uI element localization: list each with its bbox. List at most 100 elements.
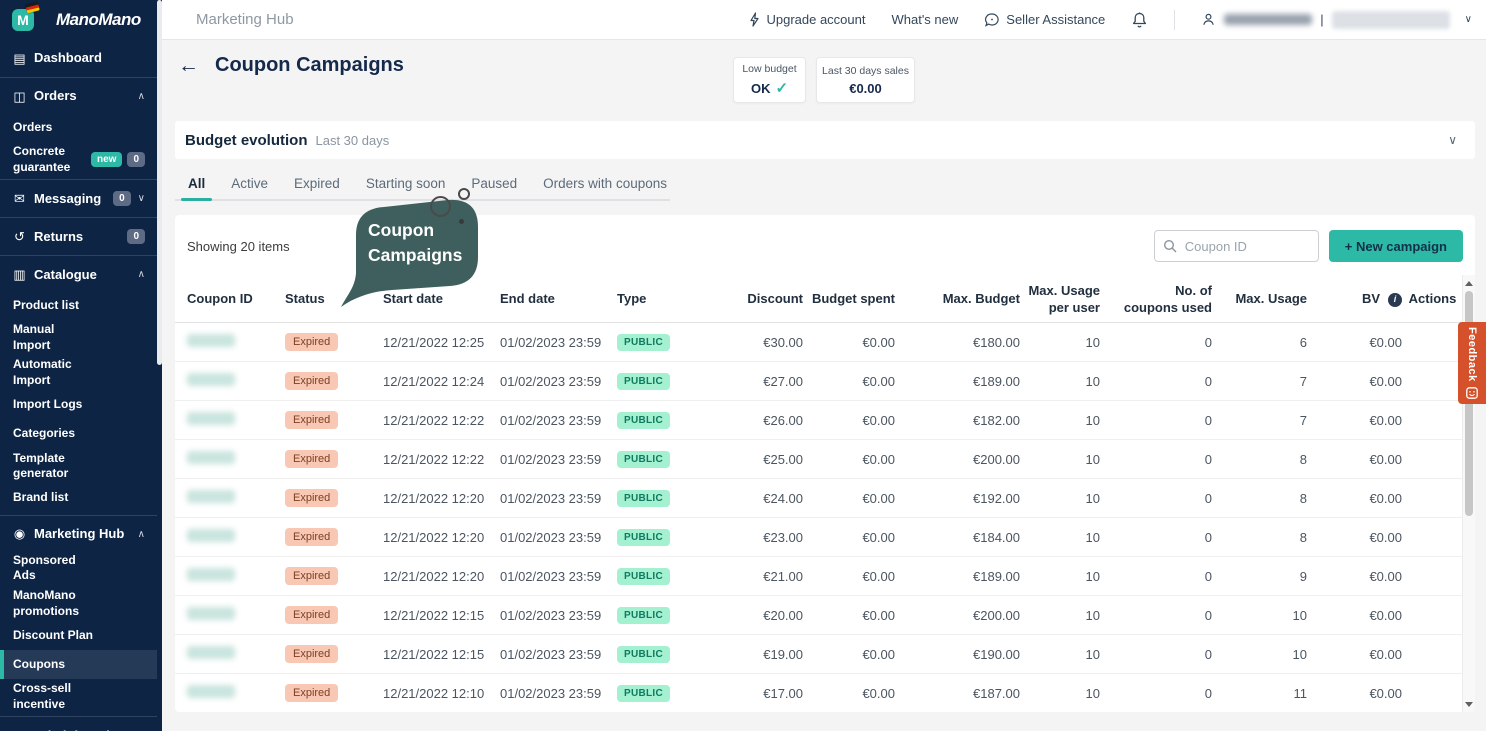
sidebar-item-cross-sell-incentive[interactable]: Cross-sell incentive xyxy=(0,679,157,714)
table-row[interactable]: Expired12/21/2022 12:2201/02/2023 23:59P… xyxy=(175,401,1475,440)
cell-discount: €26.00 xyxy=(683,413,803,428)
sidebar-item-returns[interactable]: ↺Returns0 xyxy=(0,220,157,253)
budget-evolution-panel[interactable]: Budget evolution Last 30 days ∨ xyxy=(175,121,1475,159)
tab-active[interactable]: Active xyxy=(218,171,281,199)
back-button[interactable]: ← xyxy=(178,55,199,76)
sidebar-item-sponsored-ads[interactable]: Sponsored Ads xyxy=(0,551,157,586)
seller-assistance-link[interactable]: Seller Assistance xyxy=(984,12,1105,28)
sidebar-scrollbar[interactable] xyxy=(157,0,162,731)
table-row[interactable]: Expired12/21/2022 12:2501/02/2023 23:59P… xyxy=(175,323,1475,362)
coupon-id-redacted xyxy=(187,451,235,464)
campaign-tabs: AllActiveExpiredStarting soonPausedOrder… xyxy=(175,171,670,201)
cell-coupons-used: 0 xyxy=(1100,647,1212,662)
cursor-indicator xyxy=(430,196,451,217)
upgrade-account-link[interactable]: Upgrade account xyxy=(749,12,865,27)
table-row[interactable]: Expired12/21/2022 12:2201/02/2023 23:59P… xyxy=(175,440,1475,479)
sidebar-item-product-list[interactable]: Product list xyxy=(0,291,157,320)
brand-logo[interactable]: M ManoMano xyxy=(0,0,162,40)
sidebar-item-dashboard[interactable]: ▤Dashboard xyxy=(0,42,157,75)
sidebar-item-catalogue[interactable]: ▥Catalogue∧ xyxy=(0,258,157,291)
cell-status: Expired xyxy=(285,372,383,390)
type-badge: PUBLIC xyxy=(617,646,670,663)
sidebar-item-categories[interactable]: Categories xyxy=(0,420,157,449)
app-window: M ManoMano ▤Dashboard ◫Orders∧ Orders Concr… xyxy=(0,0,1486,731)
sidebar-item-import-logs[interactable]: Import Logs xyxy=(0,391,157,420)
type-badge: PUBLIC xyxy=(617,334,670,351)
account-menu[interactable]: | ∨ xyxy=(1201,11,1472,29)
table-row[interactable]: Expired12/21/2022 12:2001/02/2023 23:59P… xyxy=(175,518,1475,557)
sidebar-item-concrete-guarantee[interactable]: Concrete guaranteenew0 xyxy=(0,142,157,177)
status-badge: Expired xyxy=(285,567,338,585)
cell-max-usage-per-user: 10 xyxy=(1020,647,1100,662)
cell-bv: €0.00 xyxy=(1307,569,1402,584)
cell-bv: €0.00 xyxy=(1307,608,1402,623)
notification-bell-icon[interactable] xyxy=(1131,11,1148,29)
sidebar-item-discount-plan[interactable]: Discount Plan xyxy=(0,621,157,650)
topbar-divider xyxy=(1174,10,1175,30)
cell-start-date: 12/21/2022 12:15 xyxy=(383,608,500,623)
tab-starting-soon[interactable]: Starting soon xyxy=(353,171,459,199)
whats-new-link[interactable]: What's new xyxy=(891,12,958,27)
cell-coupons-used: 0 xyxy=(1100,569,1212,584)
sidebar-item-coupons[interactable]: Coupons xyxy=(0,650,157,679)
tab-expired[interactable]: Expired xyxy=(281,171,353,199)
cell-coupon-id xyxy=(187,685,285,701)
sidebar-group: ▦Administrative∨ xyxy=(0,717,157,731)
sidebar-scroll-thumb[interactable] xyxy=(157,0,162,365)
status-badge: Expired xyxy=(285,411,338,429)
sidebar-item-automatic-import[interactable]: Automatic Import xyxy=(0,355,157,390)
tab-all[interactable]: All xyxy=(175,171,218,199)
sidebar-item-orders[interactable]: ◫Orders∧ xyxy=(0,80,157,113)
chevron-down-icon[interactable]: ∨ xyxy=(1448,133,1457,147)
cell-start-date: 12/21/2022 12:24 xyxy=(383,374,500,389)
sidebar-item-template-generator[interactable]: Template generator xyxy=(0,449,157,484)
cell-budget-spent: €0.00 xyxy=(803,686,895,701)
card-value: OK xyxy=(751,81,771,96)
table-row[interactable]: Expired12/21/2022 12:1501/02/2023 23:59P… xyxy=(175,635,1475,674)
cell-start-date: 12/21/2022 12:25 xyxy=(383,335,500,350)
sidebar-item-manual-import[interactable]: Manual Import xyxy=(0,320,157,355)
scroll-up-arrow[interactable] xyxy=(1463,277,1475,289)
type-badge: PUBLIC xyxy=(617,568,670,585)
sidebar-item-label: Orders xyxy=(13,120,93,136)
table-row[interactable]: Expired12/21/2022 12:2001/02/2023 23:59P… xyxy=(175,479,1475,518)
sidebar-item-marketing-hub[interactable]: ◉Marketing Hub∧ xyxy=(0,518,157,551)
info-icon[interactable]: i xyxy=(1388,293,1402,307)
column-header-discount: Discount xyxy=(683,291,803,307)
search-icon xyxy=(1163,239,1177,253)
scroll-down-arrow[interactable] xyxy=(1463,698,1475,710)
table-row[interactable]: Expired12/21/2022 12:1501/02/2023 23:59P… xyxy=(175,596,1475,635)
sidebar-item-manomano-promotions[interactable]: ManoMano promotions xyxy=(0,586,157,621)
status-badge: Expired xyxy=(285,372,338,390)
column-header-max-usage-per-user: Max. Usage per user xyxy=(1020,283,1100,316)
feedback-tab[interactable]: Feedback xyxy=(1458,322,1486,404)
table-row[interactable]: Expired12/21/2022 12:2401/02/2023 23:59P… xyxy=(175,362,1475,401)
search-field xyxy=(1154,230,1319,262)
table-row[interactable]: Expired12/21/2022 12:1001/02/2023 23:59P… xyxy=(175,674,1475,712)
cell-coupon-id xyxy=(187,490,285,506)
sidebar-item-label: Product list xyxy=(13,298,93,314)
messaging-icon: ✉ xyxy=(11,191,28,207)
cell-coupons-used: 0 xyxy=(1100,452,1212,467)
column-header-budget-spent: Budget spent xyxy=(803,291,895,307)
cell-budget-spent: €0.00 xyxy=(803,530,895,545)
table-row[interactable]: Expired12/21/2022 12:2001/02/2023 23:59P… xyxy=(175,557,1475,596)
sidebar-item-label: Template generator xyxy=(13,451,93,482)
sidebar-item-administrative[interactable]: ▦Administrative∨ xyxy=(0,719,157,731)
cell-type: PUBLIC xyxy=(617,489,683,507)
column-header-max-budget: Max. Budget xyxy=(895,291,1020,307)
sidebar-item-brand-list[interactable]: Brand list xyxy=(0,484,157,513)
cell-max-budget: €189.00 xyxy=(895,374,1020,389)
count-badge: 0 xyxy=(127,152,145,167)
tab-orders-with-coupons[interactable]: Orders with coupons xyxy=(530,171,680,199)
cell-end-date: 01/02/2023 23:59 xyxy=(500,335,617,350)
cell-discount: €20.00 xyxy=(683,608,803,623)
sidebar-item-orders[interactable]: Orders xyxy=(0,113,157,142)
sidebar-nav: ▤Dashboard ◫Orders∧ Orders Concrete guarant… xyxy=(0,40,157,731)
new-campaign-button[interactable]: + New campaign xyxy=(1329,230,1463,262)
sidebar-item-label: Discount Plan xyxy=(13,628,93,644)
search-input[interactable] xyxy=(1154,230,1319,262)
type-badge: PUBLIC xyxy=(617,451,670,468)
sidebar-group: ▤Dashboard xyxy=(0,40,157,78)
sidebar-item-messaging[interactable]: ✉Messaging0∨ xyxy=(0,182,157,215)
